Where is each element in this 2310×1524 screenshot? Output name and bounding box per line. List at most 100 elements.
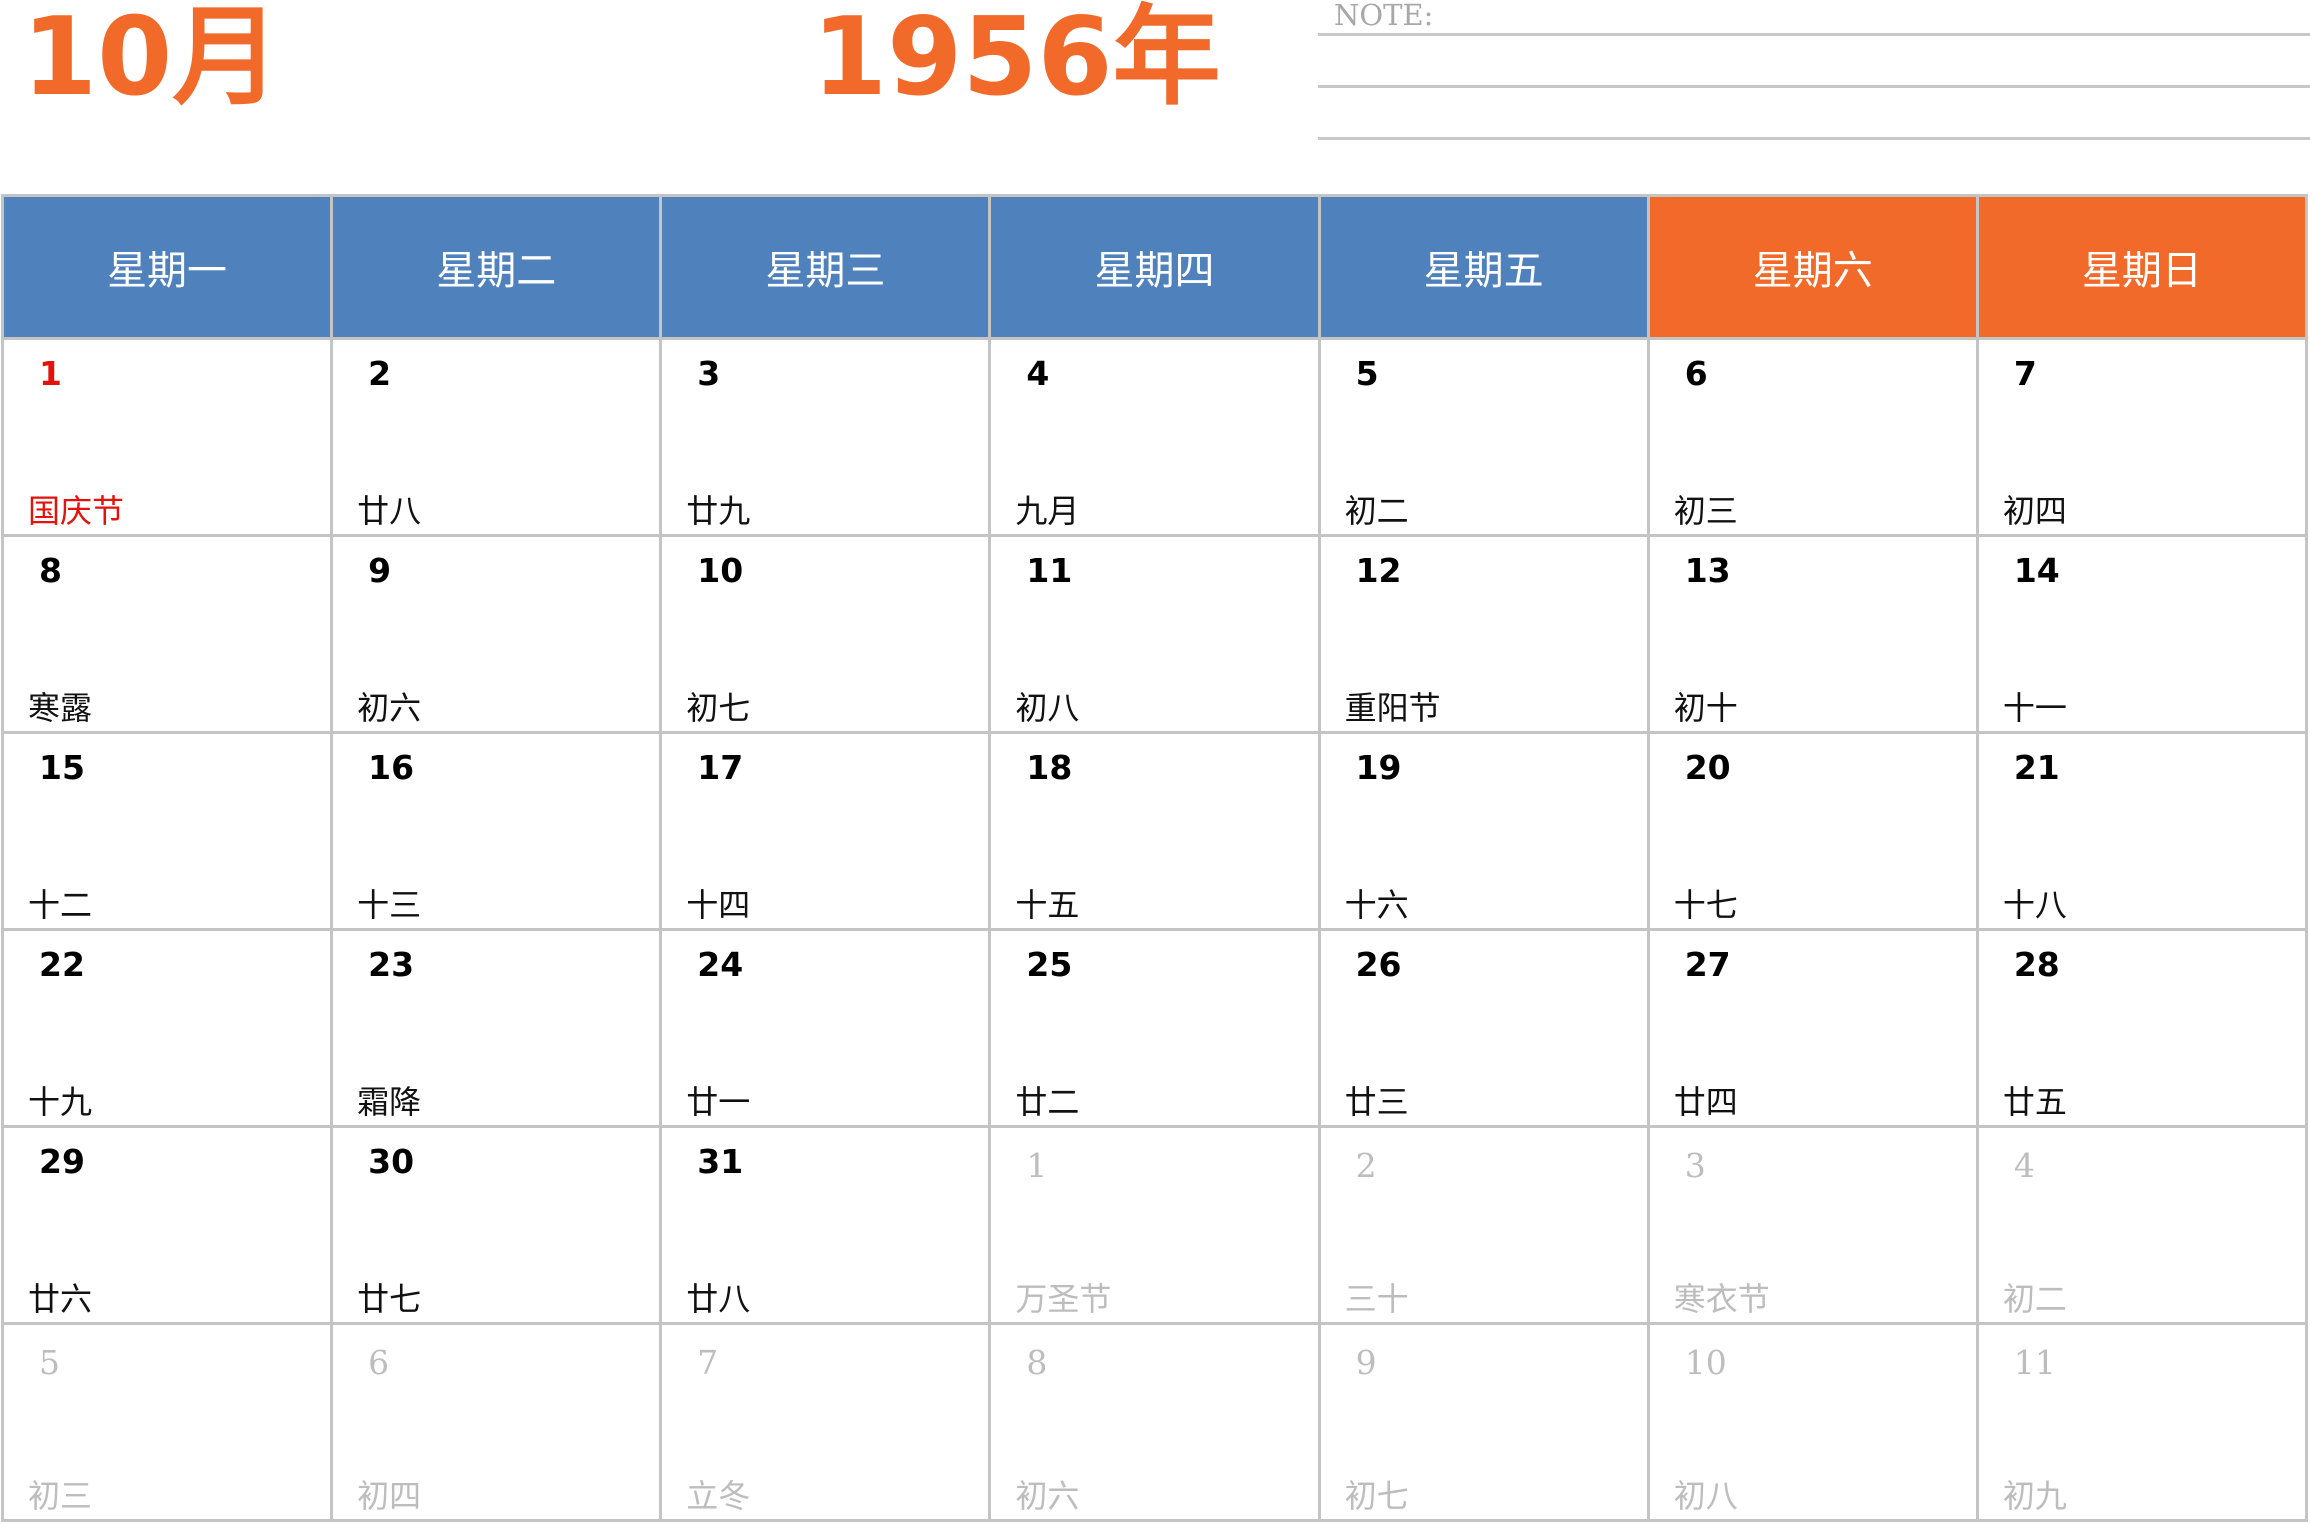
lunar-date-label: 初二	[2002, 1280, 2067, 1318]
lunar-date-label: 万圣节	[1015, 1280, 1112, 1318]
note-line	[1318, 137, 2310, 140]
day-number: 8	[1026, 1343, 1048, 1382]
weekday-header: 星期一	[4, 197, 331, 337]
day-number: 4	[2013, 1146, 2035, 1185]
day-number: 1	[1026, 1146, 1048, 1185]
day-cell: 16 十三	[333, 734, 660, 928]
weekday-header: 星期六	[1649, 197, 1976, 337]
day-cell: 8 寒露	[4, 537, 331, 731]
lunar-date-label: 十五	[1015, 886, 1080, 924]
day-number: 6	[368, 1343, 390, 1382]
adjacent-month-day-cell: 6 初四	[333, 1325, 660, 1519]
note-line	[1318, 85, 2310, 88]
day-number: 7	[2013, 354, 2037, 393]
lunar-date-label: 九月	[1015, 492, 1080, 530]
day-cell: 29 廿六	[4, 1128, 331, 1322]
day-cell: 7 初四	[1978, 340, 2305, 534]
lunar-date-label: 十九	[28, 1083, 93, 1121]
lunar-date-label: 寒衣节	[1673, 1280, 1770, 1318]
lunar-date-label: 立冬	[686, 1477, 751, 1515]
day-number: 23	[368, 945, 415, 984]
lunar-date-label: 廿八	[686, 1280, 751, 1318]
weekday-header: 星期三	[662, 197, 989, 337]
lunar-date-label: 廿六	[28, 1280, 93, 1318]
day-number: 7	[697, 1343, 719, 1382]
adjacent-month-day-cell: 10 初八	[1649, 1325, 1976, 1519]
day-number: 17	[697, 748, 744, 787]
day-number: 11	[2013, 1343, 2056, 1382]
lunar-date-label: 初六	[357, 689, 422, 727]
weekday-header: 星期二	[333, 197, 660, 337]
day-number: 19	[1355, 748, 1402, 787]
lunar-date-label: 初七	[686, 689, 751, 727]
lunar-date-label: 廿二	[1015, 1083, 1080, 1121]
lunar-date-label: 十三	[357, 886, 422, 924]
day-cell: 10 初七	[662, 537, 989, 731]
day-number: 18	[1026, 748, 1073, 787]
day-number: 9	[1355, 1343, 1377, 1382]
day-number: 2	[368, 354, 392, 393]
day-number: 10	[697, 551, 744, 590]
calendar-grid: 星期一 星期二 星期三 星期四 星期五 星期六 星期日 1 国庆节 2 廿八 3 廿九 4 九月 5 初二 6 初三…	[1, 194, 2308, 1522]
day-number: 15	[39, 748, 85, 787]
lunar-date-label: 廿五	[2002, 1083, 2067, 1121]
adjacent-month-day-cell: 3 寒衣节	[1649, 1128, 1976, 1322]
lunar-date-label: 廿一	[686, 1083, 751, 1121]
day-cell: 31 廿八	[662, 1128, 989, 1322]
note-label: NOTE:	[1334, 0, 1434, 32]
day-number: 28	[2013, 945, 2060, 984]
day-cell: 23 霜降	[333, 931, 660, 1125]
day-number: 20	[1684, 748, 1731, 787]
lunar-date-label: 廿三	[1344, 1083, 1409, 1121]
day-cell: 17 十四	[662, 734, 989, 928]
lunar-date-label: 十一	[2002, 689, 2067, 727]
day-cell: 12 重阳节	[1320, 537, 1647, 731]
day-number: 3	[697, 354, 721, 393]
day-cell: 3 廿九	[662, 340, 989, 534]
lunar-date-label: 初七	[1344, 1477, 1409, 1515]
day-cell: 14 十一	[1978, 537, 2305, 731]
adjacent-month-day-cell: 11 初九	[1978, 1325, 2305, 1519]
lunar-date-label: 廿八	[357, 492, 422, 530]
day-number: 25	[1026, 945, 1073, 984]
day-cell: 27 廿四	[1649, 931, 1976, 1125]
day-number: 8	[39, 551, 62, 590]
day-number: 13	[1684, 551, 1731, 590]
lunar-date-label: 十四	[686, 886, 751, 924]
lunar-date-label: 廿四	[1673, 1083, 1738, 1121]
day-number: 11	[1026, 551, 1073, 590]
day-cell: 2 廿八	[333, 340, 660, 534]
day-cell: 15 十二	[4, 734, 331, 928]
weekday-header: 星期四	[991, 197, 1318, 337]
day-cell: 11 初八	[991, 537, 1318, 731]
day-number: 2	[1355, 1146, 1377, 1185]
year-title: 1956年	[812, 0, 1221, 120]
lunar-date-label: 初二	[1344, 492, 1409, 530]
weekday-header: 星期五	[1320, 197, 1647, 337]
lunar-date-label: 寒露	[28, 689, 93, 727]
day-number: 6	[1684, 354, 1708, 393]
adjacent-month-day-cell: 2 三十	[1320, 1128, 1647, 1322]
day-cell: 18 十五	[991, 734, 1318, 928]
day-number: 24	[697, 945, 744, 984]
day-number: 9	[368, 551, 392, 590]
lunar-date-label: 廿七	[357, 1280, 422, 1318]
day-number: 1	[39, 354, 62, 393]
day-number: 26	[1355, 945, 1402, 984]
day-cell: 6 初三	[1649, 340, 1976, 534]
day-number: 4	[1026, 354, 1050, 393]
lunar-date-label: 重阳节	[1344, 689, 1441, 727]
day-cell: 22 十九	[4, 931, 331, 1125]
day-number: 27	[1684, 945, 1731, 984]
month-title: 10月	[22, 0, 281, 120]
day-cell: 5 初二	[1320, 340, 1647, 534]
day-cell: 1 国庆节	[4, 340, 331, 534]
lunar-date-label: 初四	[357, 1477, 422, 1515]
adjacent-month-day-cell: 7 立冬	[662, 1325, 989, 1519]
lunar-date-label: 初六	[1015, 1477, 1080, 1515]
day-cell: 21 十八	[1978, 734, 2305, 928]
adjacent-month-day-cell: 1 万圣节	[991, 1128, 1318, 1322]
day-cell: 25 廿二	[991, 931, 1318, 1125]
lunar-date-label: 霜降	[357, 1083, 422, 1121]
note-line	[1318, 33, 2310, 36]
